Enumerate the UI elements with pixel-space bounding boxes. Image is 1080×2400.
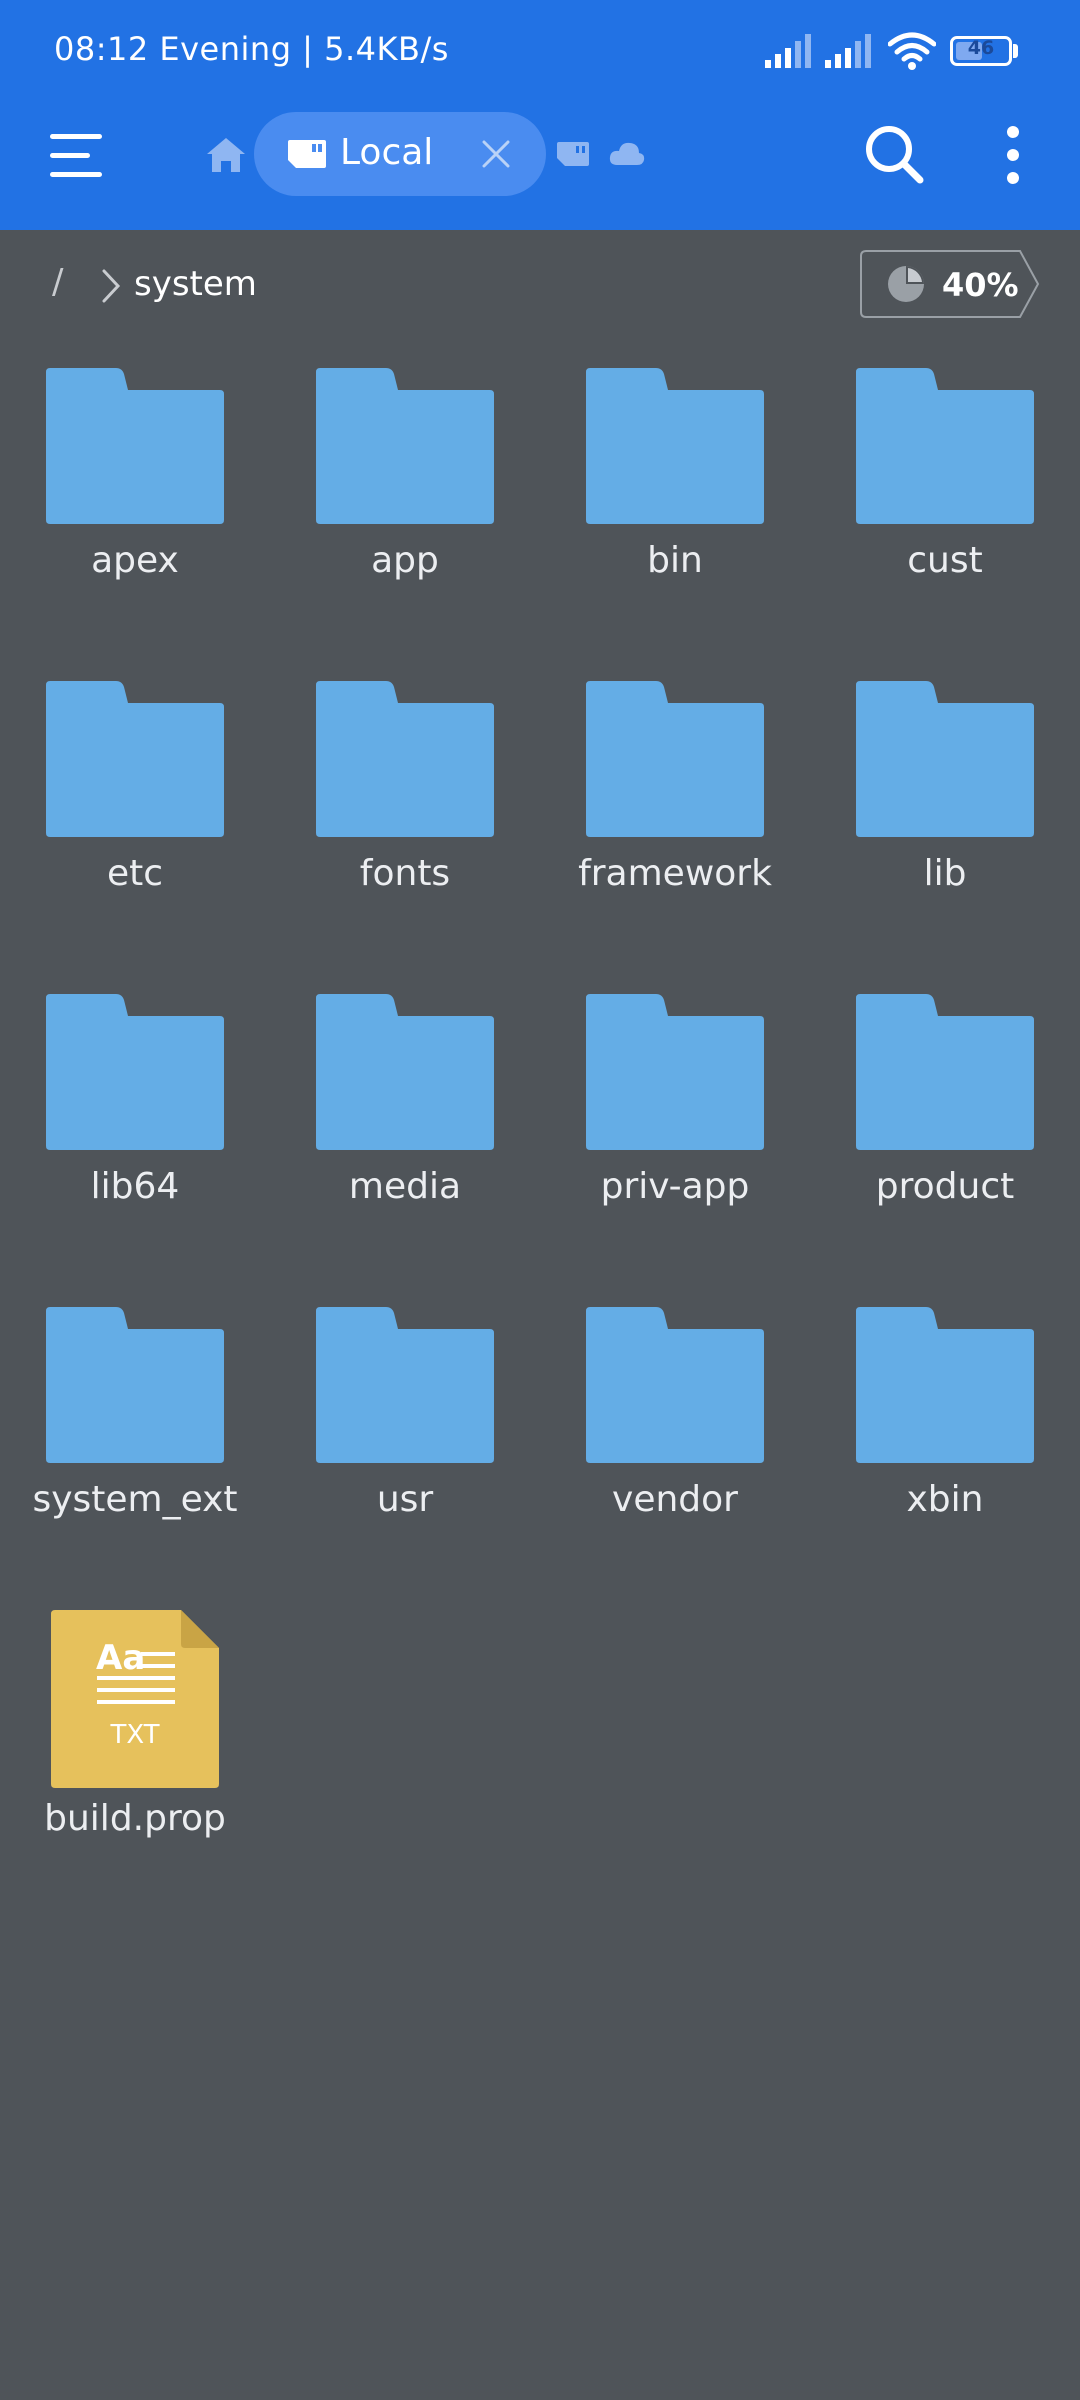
file-label: build.prop xyxy=(44,1798,226,1839)
folder-item[interactable]: usr xyxy=(270,1307,540,1520)
file-item[interactable]: Aa TXT build.prop xyxy=(0,1610,270,1840)
folder-icon xyxy=(586,368,764,524)
folder-item[interactable]: fonts xyxy=(270,681,540,894)
folder-item[interactable]: lib64 xyxy=(0,994,270,1207)
folder-label: lib64 xyxy=(90,1166,180,1207)
folder-item[interactable]: product xyxy=(810,994,1080,1207)
folder-icon xyxy=(586,994,764,1150)
folder-item[interactable]: media xyxy=(270,994,540,1207)
folder-label: xbin xyxy=(906,1479,984,1520)
folder-label: etc xyxy=(106,853,164,894)
folder-item[interactable]: apex xyxy=(0,368,270,581)
file-icon-text: Aa xyxy=(96,1638,146,1678)
folder-item[interactable]: bin xyxy=(540,368,810,581)
folder-icon xyxy=(856,681,1034,837)
folder-icon xyxy=(316,681,494,837)
folder-item[interactable]: xbin xyxy=(810,1307,1080,1520)
folder-item[interactable]: system_ext xyxy=(0,1307,270,1520)
folder-item[interactable]: priv-app xyxy=(540,994,810,1207)
folder-label: vendor xyxy=(612,1479,738,1520)
folder-label: usr xyxy=(376,1479,434,1520)
folder-item[interactable]: etc xyxy=(0,681,270,894)
folder-item[interactable]: lib xyxy=(810,681,1080,894)
folder-label: cust xyxy=(907,540,983,581)
folder-item[interactable]: cust xyxy=(810,368,1080,581)
folder-icon xyxy=(46,1307,224,1463)
file-type-label: TXT xyxy=(110,1720,160,1750)
folder-icon xyxy=(586,681,764,837)
folder-item[interactable]: vendor xyxy=(540,1307,810,1520)
file-grid: apex app bin cust etc fonts framework lib lib64 m… xyxy=(0,0,1080,2400)
txt-file-icon xyxy=(51,1610,219,1788)
folder-item[interactable]: app xyxy=(270,368,540,581)
folder-label: media xyxy=(348,1166,462,1207)
folder-icon xyxy=(46,368,224,524)
folder-label: bin xyxy=(647,540,703,581)
folder-label: fonts xyxy=(359,853,451,894)
folder-label: app xyxy=(371,540,439,581)
folder-icon xyxy=(316,994,494,1150)
folder-label: product xyxy=(875,1166,1015,1207)
folder-icon xyxy=(856,368,1034,524)
folder-icon xyxy=(316,368,494,524)
folder-label: framework xyxy=(578,853,772,894)
folder-item[interactable]: framework xyxy=(540,681,810,894)
folder-icon xyxy=(46,681,224,837)
folder-icon xyxy=(316,1307,494,1463)
folder-icon xyxy=(856,994,1034,1150)
folder-icon xyxy=(586,1307,764,1463)
folder-label: apex xyxy=(91,540,179,581)
folder-label: lib xyxy=(923,853,967,894)
folder-label: system_ext xyxy=(32,1479,238,1520)
folder-icon xyxy=(46,994,224,1150)
folder-icon xyxy=(856,1307,1034,1463)
folder-label: priv-app xyxy=(600,1166,750,1207)
